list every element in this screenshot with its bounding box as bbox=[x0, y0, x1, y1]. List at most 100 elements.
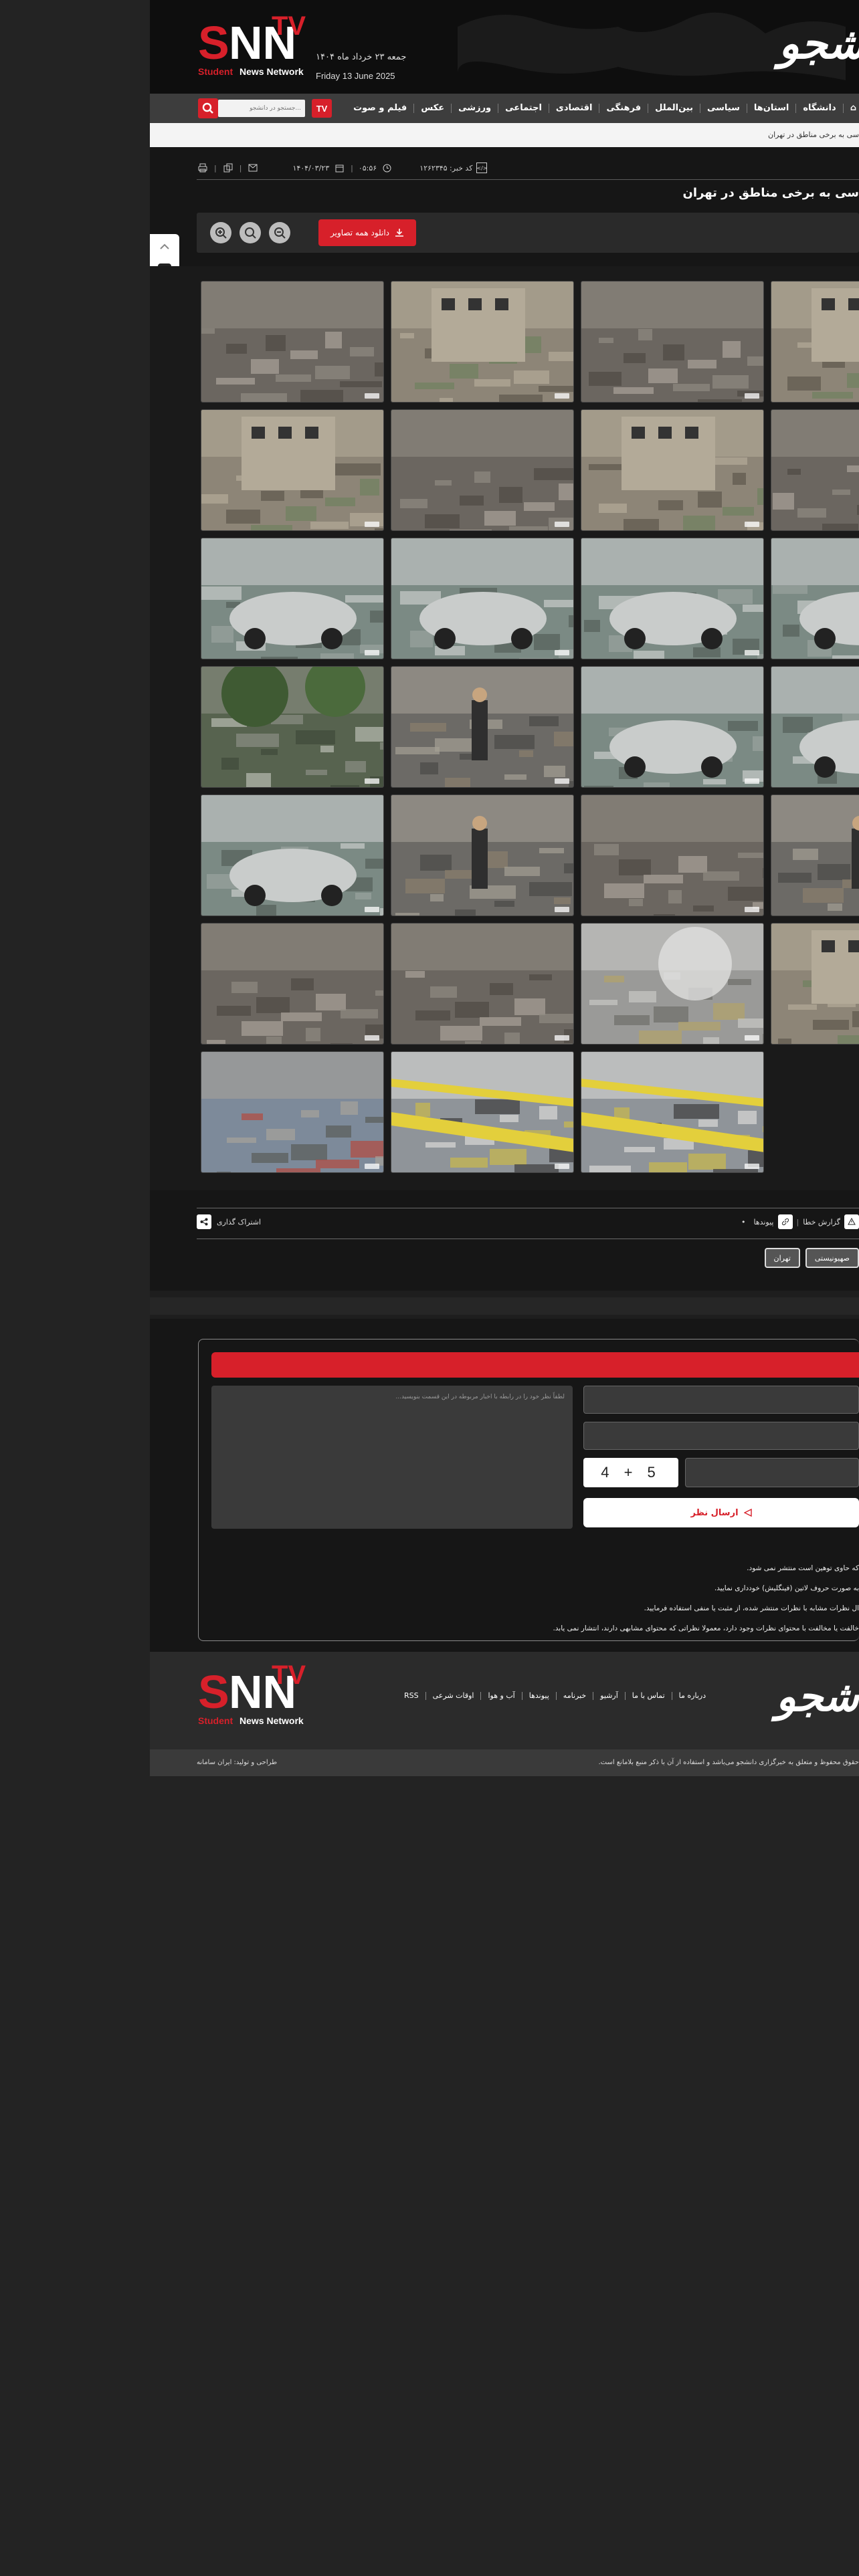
snn-logo[interactable]: S NN TV Student News Network bbox=[197, 12, 310, 79]
photo-image bbox=[581, 410, 763, 530]
report-icon[interactable] bbox=[844, 1214, 859, 1229]
nav-item-university[interactable]: دانشگاه bbox=[795, 104, 842, 113]
gallery-photo[interactable] bbox=[581, 538, 764, 659]
gallery-photo[interactable] bbox=[201, 666, 384, 788]
gallery-photo[interactable] bbox=[391, 794, 574, 916]
gallery-photo[interactable] bbox=[771, 666, 859, 788]
gallery-photo[interactable] bbox=[581, 666, 764, 788]
svg-text:News Network: News Network bbox=[240, 1715, 304, 1726]
copy-link-icon[interactable] bbox=[222, 162, 234, 174]
nav-item-provinces[interactable]: استان‌ها bbox=[746, 104, 795, 113]
footer-link-rss[interactable]: RSS bbox=[397, 1692, 425, 1700]
zoom-in-icon bbox=[215, 227, 227, 239]
clock-icon bbox=[381, 162, 393, 174]
svg-text:News Network: News Network bbox=[240, 66, 304, 77]
nav-item-culture[interactable]: فرهنگی bbox=[599, 104, 648, 113]
watermark-logo bbox=[365, 522, 379, 527]
gallery-photo[interactable] bbox=[581, 409, 764, 531]
gallery-photo[interactable] bbox=[581, 923, 764, 1045]
report-label[interactable]: گزارش خطا bbox=[803, 1218, 840, 1226]
nav-item-politics[interactable]: سیاسی bbox=[699, 104, 747, 113]
captcha-question: 4 + 5 bbox=[583, 1458, 678, 1487]
photo-image bbox=[391, 1052, 573, 1172]
gallery-photo[interactable] bbox=[201, 409, 384, 531]
search-input[interactable] bbox=[218, 100, 305, 117]
nav-item-economy[interactable]: اقتصادی bbox=[548, 104, 599, 113]
captcha-answer-field[interactable] bbox=[685, 1458, 859, 1487]
zoom-reset-button[interactable] bbox=[240, 222, 261, 243]
zoom-out-button[interactable] bbox=[269, 222, 290, 243]
gallery-photo[interactable] bbox=[581, 1051, 764, 1173]
svg-text:TV: TV bbox=[272, 12, 306, 41]
email-icon[interactable] bbox=[247, 162, 259, 174]
svg-text:Student: Student bbox=[198, 66, 233, 77]
nav-item-society[interactable]: اجتماعی bbox=[498, 104, 549, 113]
copyright-text: حقوق محفوظ و متعلق به خبرگزاری دانشجو می… bbox=[598, 1759, 859, 1766]
gallery-photo[interactable] bbox=[391, 409, 574, 531]
article-time: ۰۵:۵۶ bbox=[358, 163, 377, 173]
share-link[interactable]: اشتراک گذاری bbox=[197, 1214, 261, 1229]
gallery-photo[interactable] bbox=[391, 923, 574, 1045]
comment-textarea[interactable]: لطفاً نظر خود را در رابطه با اخبار مربوط… bbox=[211, 1386, 573, 1529]
links-label[interactable]: پیوندها bbox=[753, 1218, 773, 1226]
chevron-up-icon[interactable] bbox=[156, 238, 173, 255]
photo-image bbox=[771, 667, 859, 787]
nav-item-photo[interactable]: عکس bbox=[413, 104, 451, 113]
watermark-logo bbox=[555, 1035, 569, 1041]
gallery-photo[interactable] bbox=[391, 281, 574, 403]
name-field[interactable] bbox=[583, 1386, 859, 1414]
breadcrumb-ticker[interactable]: سی به برخی مناطق در تهران bbox=[150, 123, 859, 147]
comment-rules: که حاوی توهین است منتشر نمی شود. به صورت… bbox=[270, 1558, 859, 1638]
print-icon[interactable] bbox=[197, 162, 209, 174]
download-all-button[interactable]: دانلود همه تصاویر bbox=[318, 219, 416, 246]
footer-link-newsletter[interactable]: خبرنامه bbox=[555, 1692, 593, 1700]
link-icon[interactable] bbox=[777, 1214, 793, 1229]
gallery-photo[interactable] bbox=[201, 1051, 384, 1173]
gallery-photo[interactable] bbox=[391, 1051, 574, 1173]
photo-image bbox=[201, 282, 383, 402]
gallery-photo[interactable] bbox=[581, 794, 764, 916]
designer-credit[interactable]: طراحی و تولید: ایران سامانه bbox=[197, 1759, 277, 1766]
nav-item-media[interactable]: فیلم و صوت bbox=[347, 104, 413, 113]
zoom-in-button[interactable] bbox=[210, 222, 231, 243]
rule-line: خالفت یا مخالفت با محتوای نظرات وجود دار… bbox=[553, 1624, 859, 1632]
gallery-photo[interactable] bbox=[201, 923, 384, 1045]
submit-comment-button[interactable]: ارسال نظر bbox=[583, 1498, 859, 1527]
watermark-logo bbox=[365, 907, 379, 912]
footer-link-links[interactable]: پیوندها bbox=[521, 1692, 556, 1700]
footer-brand-logo[interactable]: شجو bbox=[776, 1672, 859, 1721]
footer-snn-logo[interactable]: S NN TV Student News Network bbox=[197, 1661, 310, 1728]
photo-image bbox=[201, 667, 383, 787]
brand-logo[interactable]: شجو bbox=[779, 19, 859, 72]
tag-item[interactable]: تهران bbox=[764, 1248, 800, 1268]
footer-link-archive[interactable]: آرشیو bbox=[593, 1692, 625, 1700]
gallery-photo[interactable] bbox=[391, 538, 574, 659]
footer-link-prayer-times[interactable]: اوقات شرعی bbox=[425, 1692, 481, 1700]
gallery-photo[interactable] bbox=[581, 281, 764, 403]
gallery-photo[interactable] bbox=[771, 409, 859, 531]
tv-link[interactable]: TV bbox=[312, 99, 332, 118]
gallery-photo[interactable] bbox=[771, 794, 859, 916]
gallery-photo[interactable] bbox=[391, 666, 574, 788]
gallery-photo[interactable] bbox=[771, 923, 859, 1045]
zoom-reset-icon bbox=[245, 227, 256, 239]
date-english: Friday 13 June 2025 bbox=[316, 71, 395, 81]
nav-item-international[interactable]: بین‌الملل bbox=[648, 104, 700, 113]
gallery-photo[interactable] bbox=[201, 794, 384, 916]
gallery-photo[interactable] bbox=[201, 281, 384, 403]
gallery-photo[interactable] bbox=[201, 538, 384, 659]
gallery-photo[interactable] bbox=[771, 281, 859, 403]
nav-home-icon[interactable]: ⌂ bbox=[842, 104, 859, 113]
svg-text:Student: Student bbox=[198, 1715, 233, 1726]
download-icon bbox=[395, 229, 404, 237]
footer-link-weather[interactable]: آب و هوا bbox=[480, 1692, 521, 1700]
gallery-photo[interactable] bbox=[771, 538, 859, 659]
footer-link-contact[interactable]: تماس با ما bbox=[624, 1692, 672, 1700]
tag-item[interactable]: صهیونیستی bbox=[805, 1248, 859, 1268]
email-field[interactable] bbox=[583, 1422, 859, 1450]
nav-item-sports[interactable]: ورزشی bbox=[451, 104, 498, 113]
photo-image bbox=[581, 924, 763, 1044]
search-button[interactable] bbox=[198, 98, 218, 118]
article-meta: | | ۱۴۰۴/۰۳/۲۳ | ۰۵:۵۶ کد خبر: ۱۲۶۲۳۴۵ <… bbox=[197, 158, 859, 178]
footer-link-about[interactable]: درباره ما bbox=[671, 1692, 712, 1700]
